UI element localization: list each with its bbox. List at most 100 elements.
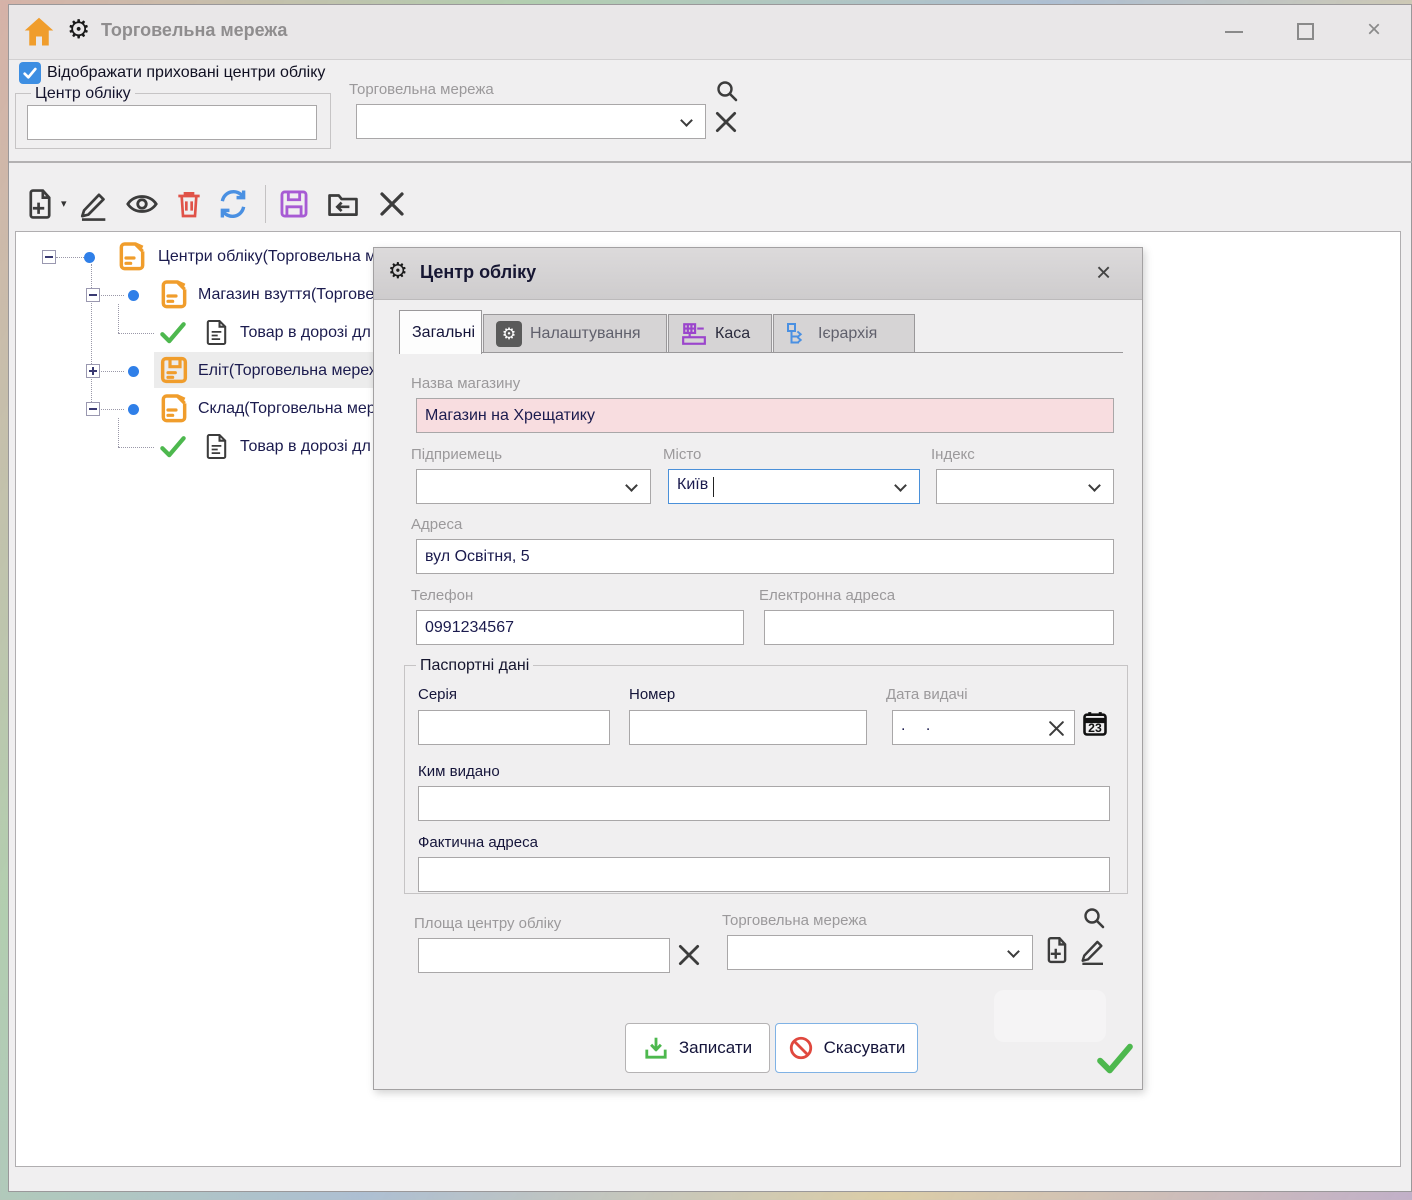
tab-kasa[interactable]: Каса bbox=[668, 314, 772, 353]
tree-connector bbox=[118, 333, 154, 334]
chevron-down-icon[interactable] bbox=[1007, 945, 1020, 958]
address-input[interactable] bbox=[416, 539, 1114, 574]
home-icon[interactable] bbox=[21, 14, 57, 50]
confirm-check-icon bbox=[1094, 1038, 1136, 1080]
check-icon bbox=[158, 318, 188, 348]
show-hidden-checkbox[interactable] bbox=[19, 62, 41, 84]
dialog-close-icon[interactable]: × bbox=[1096, 257, 1111, 288]
edit-icon[interactable] bbox=[77, 187, 111, 221]
tab-settings[interactable]: ⚙ Налаштування bbox=[483, 314, 667, 353]
tree-connector bbox=[118, 418, 119, 447]
accounting-center-icon bbox=[116, 240, 148, 272]
tree-expander-collapse[interactable] bbox=[86, 402, 100, 416]
tree-connector bbox=[98, 295, 124, 296]
search-icon[interactable] bbox=[715, 79, 739, 103]
elit-floppy-icon bbox=[158, 354, 190, 386]
dialog-network-combo[interactable] bbox=[727, 935, 1033, 970]
view-icon[interactable] bbox=[125, 187, 159, 221]
tree-expander-expand[interactable] bbox=[86, 364, 100, 378]
maximize-button[interactable] bbox=[1297, 23, 1314, 40]
tree-connector bbox=[118, 304, 119, 333]
faint-highlight bbox=[994, 990, 1106, 1042]
series-label: Серія bbox=[418, 686, 457, 703]
center-obliku-dialog: ⚙ Центр обліку × Загальні ⚙ Налаштування… bbox=[373, 247, 1143, 1090]
email-label: Електронна адреса bbox=[759, 587, 895, 604]
search-icon[interactable] bbox=[1082, 906, 1106, 930]
email-input[interactable] bbox=[764, 610, 1114, 645]
chevron-down-icon[interactable] bbox=[1088, 479, 1101, 492]
toolbar-divider bbox=[265, 185, 266, 223]
issue-date-input[interactable]: . . bbox=[892, 710, 1075, 745]
calendar-icon[interactable] bbox=[1081, 709, 1109, 739]
city-combo[interactable]: Київ bbox=[668, 469, 920, 504]
import-folder-icon[interactable] bbox=[325, 187, 361, 221]
clear-filter-icon[interactable] bbox=[713, 109, 739, 135]
tree-expander-collapse[interactable] bbox=[86, 288, 100, 302]
chevron-down-icon[interactable] bbox=[625, 479, 638, 492]
document-icon bbox=[202, 318, 231, 347]
address-label: Адреса bbox=[411, 516, 462, 533]
refresh-icon[interactable] bbox=[215, 187, 251, 221]
tree-node-dot bbox=[84, 252, 95, 263]
series-input[interactable] bbox=[418, 710, 610, 745]
add-dropdown-caret-icon[interactable]: ▾ bbox=[61, 197, 67, 210]
gear-icon: ⚙ bbox=[67, 17, 90, 43]
number-label: Номер bbox=[629, 686, 675, 703]
tab-general[interactable]: Загальні bbox=[399, 310, 482, 354]
issued-by-label: Ким видано bbox=[418, 763, 500, 780]
check-icon bbox=[158, 432, 188, 462]
chevron-down-icon[interactable] bbox=[680, 114, 693, 127]
main-titlebar: ⚙ Торговельна мережа × bbox=[9, 5, 1411, 60]
index-combo[interactable] bbox=[936, 469, 1114, 504]
cash-register-icon bbox=[681, 321, 707, 347]
chevron-down-icon[interactable] bbox=[894, 479, 907, 492]
shop-name-input[interactable] bbox=[416, 398, 1114, 433]
settings-gear-icon: ⚙ bbox=[496, 321, 522, 347]
number-input[interactable] bbox=[629, 710, 867, 745]
tab-hierarchy[interactable]: Ієрархія bbox=[773, 314, 915, 353]
save-button[interactable]: Записати bbox=[625, 1023, 770, 1073]
dialog-title: Центр обліку bbox=[420, 262, 536, 283]
tree-expander-collapse[interactable] bbox=[42, 250, 56, 264]
tree-node-dot bbox=[128, 290, 139, 301]
issued-by-input[interactable] bbox=[418, 786, 1110, 821]
window-title: Торговельна мережа bbox=[101, 20, 287, 41]
center-obliku-group-label: Центр обліку bbox=[31, 85, 135, 103]
area-input[interactable] bbox=[418, 938, 670, 973]
tree-node-dot bbox=[128, 404, 139, 415]
add-item-icon[interactable] bbox=[23, 187, 57, 221]
shop-name-label: Назва магазину bbox=[411, 375, 520, 392]
separator bbox=[9, 161, 1412, 163]
entrepreneur-label: Підприемець bbox=[411, 446, 502, 463]
phone-input[interactable] bbox=[416, 610, 744, 645]
actual-address-input[interactable] bbox=[418, 857, 1110, 892]
network-filter-label: Торговельна мережа bbox=[349, 81, 494, 98]
text-caret bbox=[713, 477, 714, 497]
entrepreneur-combo[interactable] bbox=[416, 469, 651, 504]
tree-connector bbox=[91, 264, 92, 410]
add-network-icon[interactable] bbox=[1042, 934, 1072, 966]
checkbox-check-icon bbox=[22, 65, 38, 81]
city-label: Місто bbox=[663, 446, 701, 463]
tree-connector bbox=[118, 447, 154, 448]
tree-item-goods-in-transit[interactable]: Товар в дорозі дл bbox=[240, 438, 371, 456]
tree-item-goods-in-transit[interactable]: Товар в дорозі дл bbox=[240, 324, 371, 342]
cancel-button[interactable]: Скасувати bbox=[775, 1023, 918, 1073]
close-button[interactable]: × bbox=[1367, 16, 1381, 44]
save-icon[interactable] bbox=[277, 187, 311, 221]
tree-item-elit[interactable]: Еліт(Торговельна мережа) bbox=[198, 362, 394, 380]
edit-network-icon[interactable] bbox=[1078, 934, 1108, 966]
save-tray-icon bbox=[643, 1035, 669, 1061]
center-obliku-input[interactable] bbox=[27, 105, 317, 140]
close-tool-icon[interactable] bbox=[377, 189, 407, 219]
minimize-button[interactable] bbox=[1225, 31, 1243, 33]
tree-connector bbox=[56, 257, 84, 258]
network-filter-combo[interactable] bbox=[356, 104, 706, 139]
clear-area-icon[interactable] bbox=[676, 942, 702, 968]
gear-icon: ⚙ bbox=[388, 261, 408, 283]
area-label: Площа центру обліку bbox=[414, 915, 561, 932]
clear-date-icon[interactable] bbox=[1047, 719, 1066, 738]
phone-label: Телефон bbox=[411, 587, 473, 604]
shop-icon bbox=[158, 278, 190, 310]
delete-icon[interactable] bbox=[173, 187, 205, 221]
